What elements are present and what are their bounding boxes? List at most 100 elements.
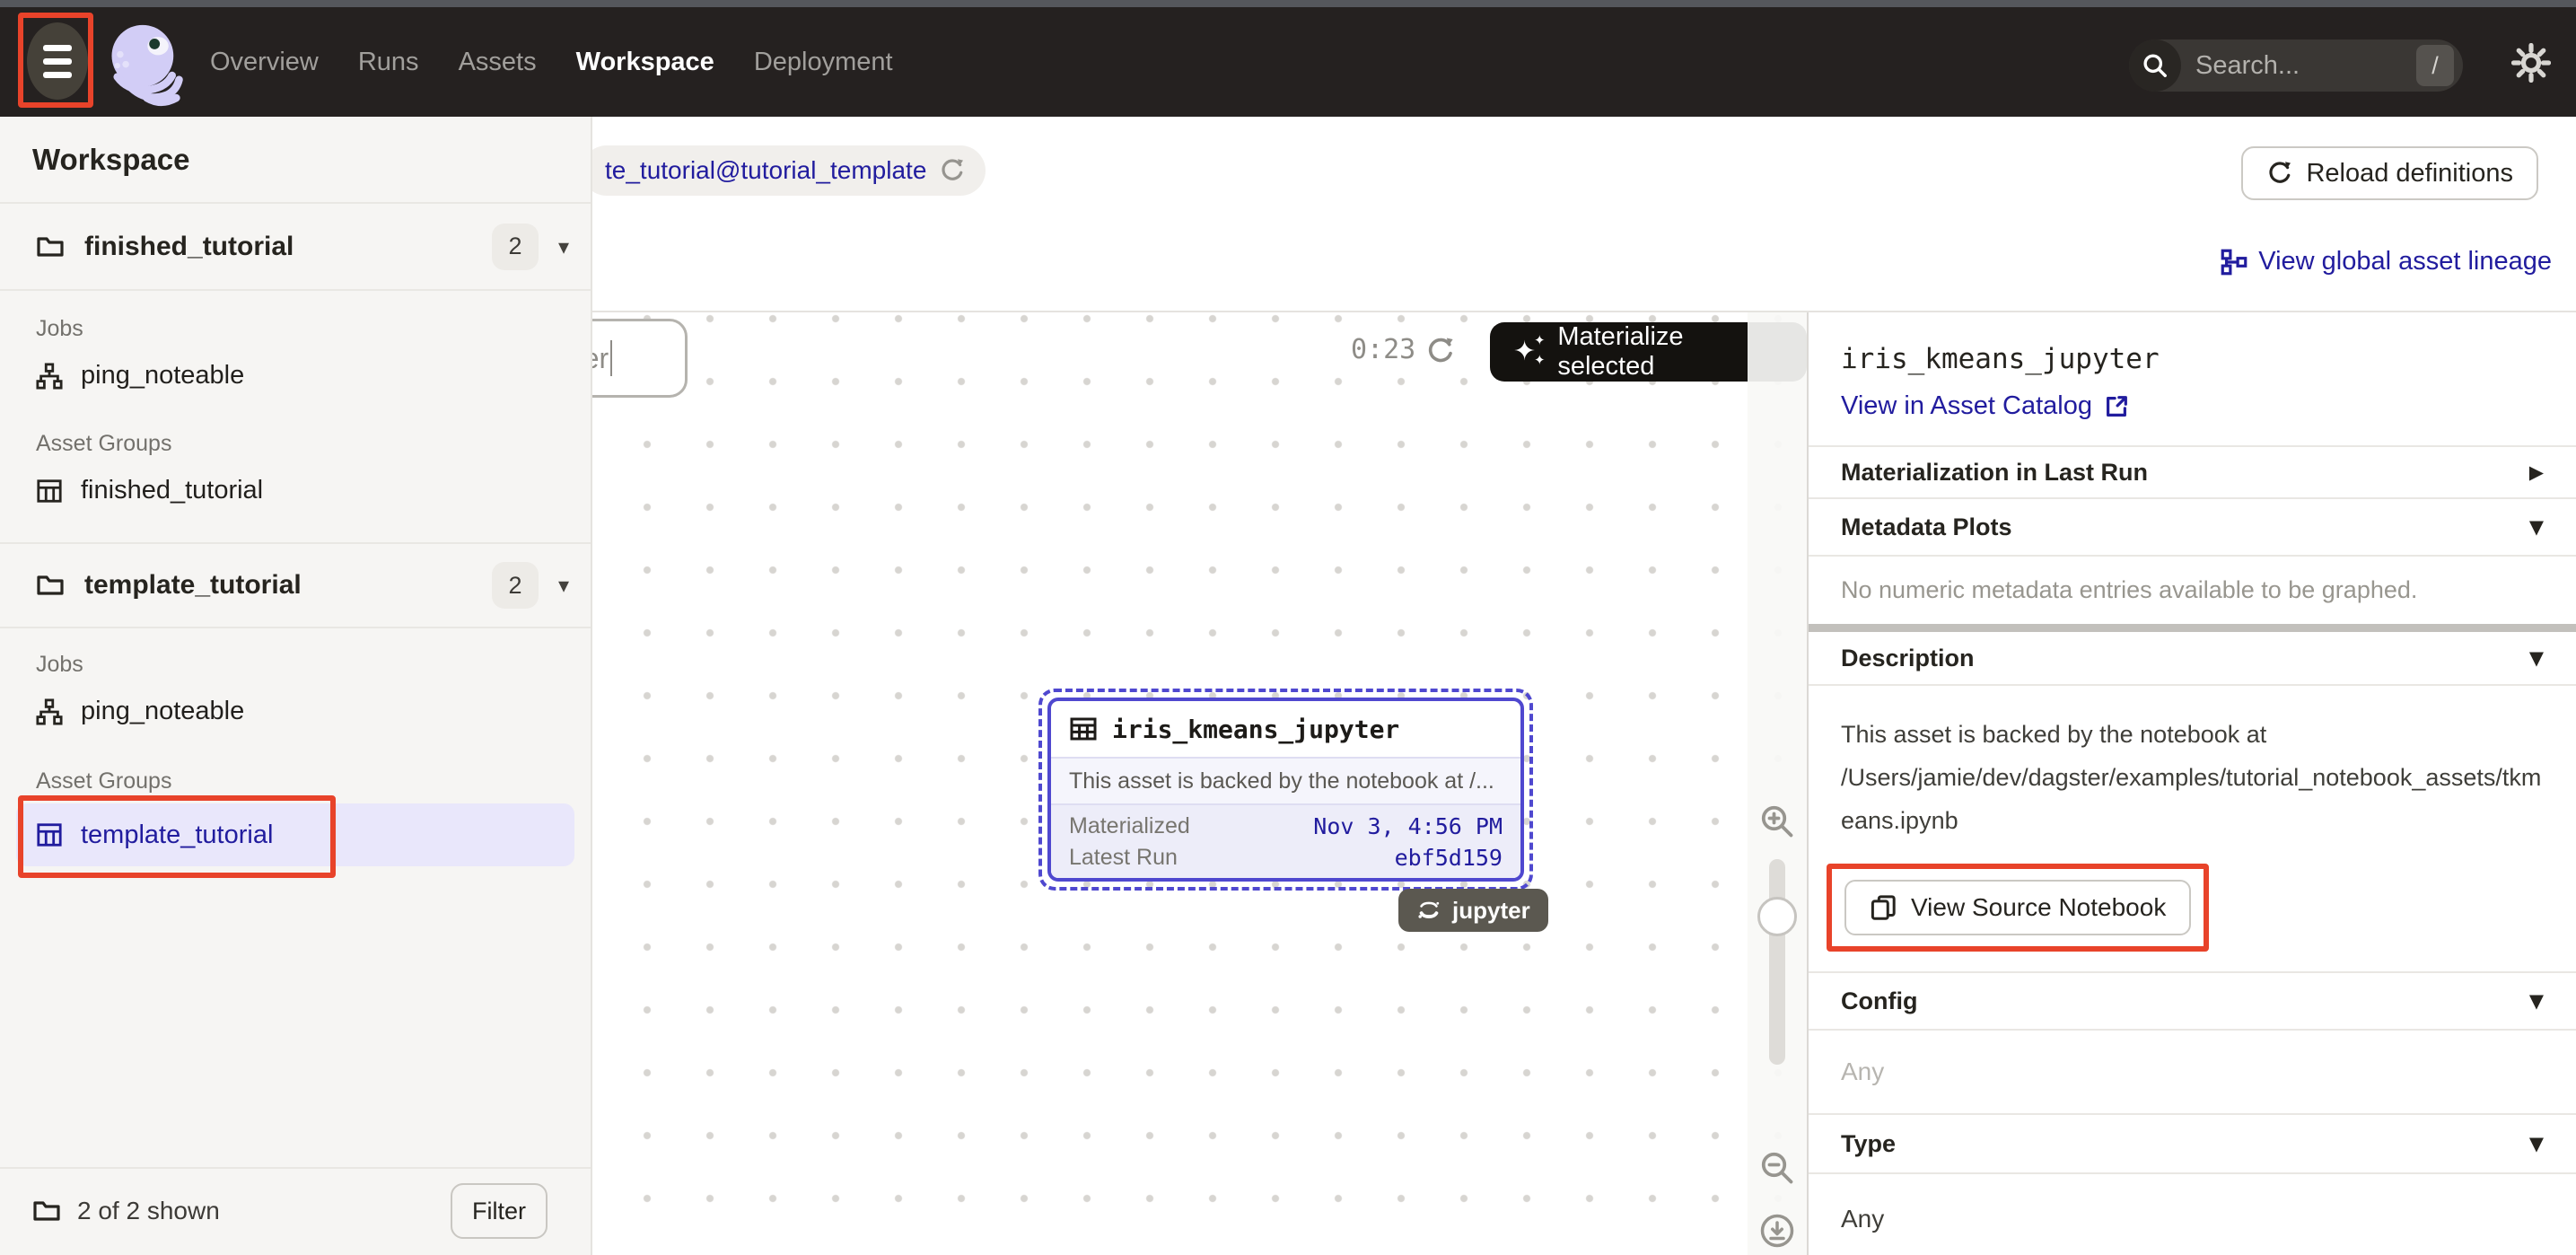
graph-query-input[interactable]: pyter <box>592 319 688 398</box>
catalog-link-label: View in Asset Catalog <box>1841 391 2092 421</box>
group-label: finished_tutorial <box>81 476 263 505</box>
metadata-empty-state: No numeric metadata entries available to… <box>1809 557 2576 624</box>
section-label: Config <box>1841 987 1917 1015</box>
chevron-right-icon: ▶ <box>2529 461 2544 483</box>
chevron-down-icon[interactable]: ▾ <box>558 234 569 259</box>
chevron-down-icon[interactable]: ▾ <box>558 573 569 598</box>
refresh-icon[interactable] <box>939 157 966 184</box>
chevron-down-icon: ▼ <box>2529 516 2544 538</box>
materialized-label: Materialized <box>1069 813 1190 839</box>
global-search[interactable]: / <box>2129 39 2463 92</box>
type-value: Any <box>1809 1174 2576 1255</box>
asset-node-card: iris_kmeans_jupyter This asset is backed… <box>1047 698 1524 882</box>
nav-runs[interactable]: Runs <box>358 48 419 77</box>
view-global-asset-lineage-link[interactable]: View global asset lineage <box>2221 247 2552 276</box>
table-icon <box>1069 715 1098 743</box>
config-value: Any <box>1809 1031 2576 1115</box>
jupyter-icon <box>1416 898 1441 923</box>
breadcrumb-label: te_tutorial@tutorial_template <box>605 156 926 185</box>
main-nav: Overview Runs Assets Workspace Deploymen… <box>210 7 893 117</box>
external-link-icon <box>2103 393 2130 420</box>
sidebar-item-group-finished-tutorial[interactable]: finished_tutorial <box>36 476 263 505</box>
view-source-notebook-button[interactable]: View Source Notebook <box>1844 880 2191 935</box>
refresh-icon[interactable] <box>1425 336 1456 366</box>
section-type[interactable]: Type ▼ <box>1809 1115 2576 1174</box>
description-section: This asset is backed by the notebook at … <box>1809 686 2576 973</box>
view-source-notebook-label: View Source Notebook <box>1911 893 2166 922</box>
search-shortcut-key: / <box>2416 45 2454 86</box>
chevron-down-icon: ▼ <box>2529 647 2544 669</box>
description-text: This asset is backed by the notebook at … <box>1841 713 2544 842</box>
repo-row-finished-tutorial[interactable]: finished_tutorial 2 ▾ <box>0 204 591 291</box>
zoom-slider-handle[interactable] <box>1757 897 1797 936</box>
asset-detail-panel: iris_kmeans_jupyter View in Asset Catalo… <box>1807 312 2576 1255</box>
job-icon <box>36 363 63 390</box>
zoom-in-icon[interactable] <box>1759 803 1795 839</box>
nav-assets[interactable]: Assets <box>459 48 537 77</box>
repo-name: template_tutorial <box>84 570 302 601</box>
zoom-slider-track[interactable] <box>1769 859 1785 1065</box>
latest-run-label: Latest Run <box>1069 845 1178 871</box>
view-in-asset-catalog-link[interactable]: View in Asset Catalog <box>1841 391 2544 421</box>
download-icon[interactable] <box>1759 1213 1795 1249</box>
job-icon <box>36 698 63 725</box>
refresh-icon <box>2266 160 2293 187</box>
section-description[interactable]: Description ▼ <box>1809 632 2576 686</box>
jobs-heading: Jobs <box>36 316 83 342</box>
repo-name: finished_tutorial <box>84 232 294 262</box>
repo-row-template-tutorial[interactable]: template_tutorial 2 ▾ <box>0 542 591 628</box>
jupyter-tag-label: jupyter <box>1452 897 1530 925</box>
graph-query-text: pyter <box>592 342 609 375</box>
sparkle-icon: ✦✦✦ <box>1513 334 1545 370</box>
chevron-down-icon: ▼ <box>2529 1133 2544 1154</box>
sidebar-item-job-ping-noteable[interactable]: ping_noteable <box>36 361 244 391</box>
breadcrumb[interactable]: te_tutorial@tutorial_template <box>592 145 986 196</box>
nav-workspace[interactable]: Workspace <box>576 48 714 77</box>
shown-count: 2 of 2 shown <box>77 1197 220 1225</box>
section-metadata-plots[interactable]: Metadata Plots ▼ <box>1809 499 2576 557</box>
workspace-sidebar: Workspace finished_tutorial 2 ▾ Jobs pin… <box>0 117 592 1255</box>
asset-node-iris-kmeans-jupyter[interactable]: iris_kmeans_jupyter This asset is backed… <box>1038 689 1533 891</box>
section-label: Materialization in Last Run <box>1841 459 2148 487</box>
section-config[interactable]: Config ▼ <box>1809 973 2576 1031</box>
asset-node-name: iris_kmeans_jupyter <box>1112 715 1399 744</box>
asset-graph-canvas[interactable]: pyter 0:23 ✦✦✦ Materialize selected <box>592 312 1807 1255</box>
materialized-value[interactable]: Nov 3, 4:56 PM <box>1313 813 1503 839</box>
filter-button[interactable]: Filter <box>451 1183 548 1239</box>
asset-group-icon <box>36 478 63 505</box>
chevron-down-icon: ▼ <box>2529 990 2544 1012</box>
refresh-timer: 0:23 <box>1351 334 1415 365</box>
annotation-box-view-source-notebook: View Source Notebook <box>1827 864 2209 952</box>
asset-groups-heading: Asset Groups <box>36 768 171 794</box>
zoom-controls <box>1748 312 1807 1255</box>
section-label: Type <box>1841 1130 1896 1158</box>
sidebar-footer: 2 of 2 shown Filter <box>0 1167 591 1253</box>
dagster-app: Overview Runs Assets Workspace Deploymen… <box>0 0 2576 1255</box>
section-label: Metadata Plots <box>1841 513 2012 541</box>
zoom-out-icon[interactable] <box>1759 1150 1795 1186</box>
jupyter-tag[interactable]: jupyter <box>1398 889 1548 932</box>
annotation-box-template-tutorial <box>18 795 336 878</box>
nav-deployment[interactable]: Deployment <box>754 48 893 77</box>
horizontal-scrollbar[interactable] <box>1809 624 2576 632</box>
gear-icon[interactable] <box>2511 43 2551 83</box>
sidebar-item-job-ping-noteable-2[interactable]: ping_noteable <box>36 697 244 726</box>
lineage-icon <box>2221 249 2247 276</box>
asset-groups-heading: Asset Groups <box>36 431 171 457</box>
panel-asset-title: iris_kmeans_jupyter <box>1841 343 2544 375</box>
folder-icon <box>36 233 65 261</box>
panel-header: iris_kmeans_jupyter View in Asset Catalo… <box>1809 312 2576 447</box>
top-navbar: Overview Runs Assets Workspace Deploymen… <box>0 7 2576 117</box>
hamburger-menu-button[interactable] <box>27 22 88 100</box>
folder-icon <box>36 571 65 600</box>
nav-overview[interactable]: Overview <box>210 48 319 77</box>
jobs-heading: Jobs <box>36 652 83 678</box>
window-edge-strip <box>0 0 2576 7</box>
repo-count-badge: 2 <box>492 224 539 270</box>
lineage-label: View global asset lineage <box>2258 247 2552 276</box>
reload-definitions-button[interactable]: Reload definitions <box>2241 146 2538 200</box>
latest-run-value[interactable]: ebf5d159 <box>1395 845 1503 871</box>
repo-count-badge: 2 <box>492 562 539 609</box>
search-input[interactable] <box>2181 51 2416 81</box>
section-materialization-last-run[interactable]: Materialization in Last Run ▶ <box>1809 447 2576 499</box>
